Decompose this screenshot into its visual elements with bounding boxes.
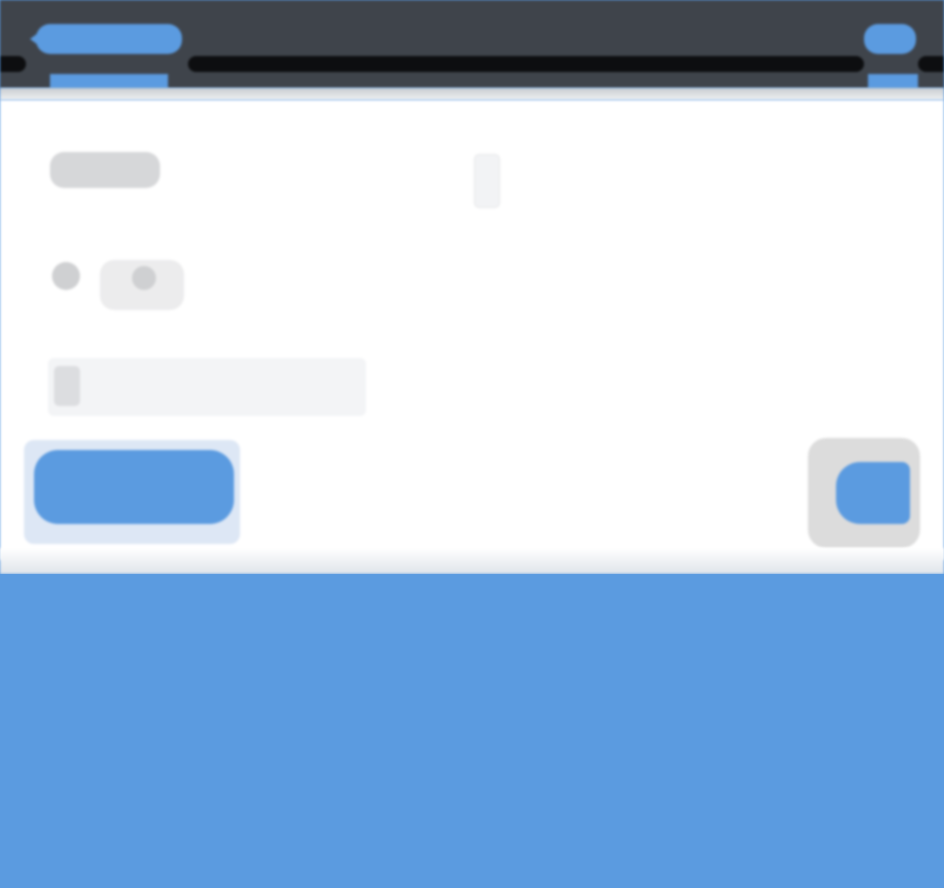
fab-button-label <box>836 462 910 524</box>
checkbox[interactable] <box>54 366 80 406</box>
track-segment-left <box>0 56 26 72</box>
header-shadow <box>0 88 944 100</box>
tab-indicator-left[interactable] <box>50 74 168 88</box>
panel-bottom-edge <box>0 548 944 574</box>
row1-input-slot[interactable] <box>474 154 500 208</box>
top-action-button[interactable] <box>864 24 916 54</box>
radio-option-2[interactable] <box>132 266 156 290</box>
fab-button[interactable] <box>808 438 920 548</box>
row1-label <box>50 152 160 188</box>
keyboard-area <box>0 574 944 888</box>
back-button[interactable] <box>30 24 182 54</box>
top-app-bar <box>0 0 944 88</box>
track-segment-middle <box>188 56 864 72</box>
tab-indicator-right[interactable] <box>868 74 918 88</box>
progress-track <box>0 56 944 72</box>
form-panel <box>0 100 944 560</box>
checkbox-field[interactable] <box>48 358 366 416</box>
track-segment-right <box>918 56 944 72</box>
chevron-left-icon <box>30 30 42 48</box>
primary-button[interactable] <box>24 440 240 544</box>
primary-button-label <box>34 450 234 524</box>
radio-option-1[interactable] <box>52 262 80 290</box>
